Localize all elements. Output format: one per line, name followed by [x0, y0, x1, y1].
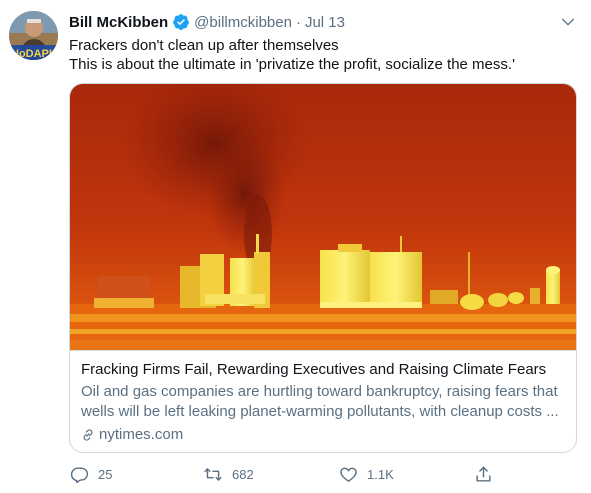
avatar[interactable]: NoDAPL [9, 11, 58, 60]
header-separator: · [295, 13, 301, 31]
card-domain-text[interactable]: nytimes.com [99, 425, 183, 445]
reply-count: 25 [98, 466, 113, 482]
retweet-icon [203, 465, 223, 484]
retweet-count: 682 [232, 466, 254, 482]
reply-icon [70, 465, 89, 484]
tweet-text-line: This is about the ultimate in 'privatize… [69, 56, 515, 73]
retweet-button[interactable]: 682 [203, 463, 254, 485]
link-icon [81, 428, 95, 442]
heart-icon [339, 465, 358, 484]
card-description: Oil and gas companies are hurtling towar… [81, 382, 567, 422]
avatar-badge-text: NoDAPL [11, 48, 56, 60]
like-button[interactable]: 1.1K [339, 463, 394, 485]
author-handle[interactable]: @billmckibben [194, 14, 292, 31]
like-count: 1.1K [367, 466, 394, 482]
tweet-text: Frackers don't clean up after themselves… [69, 36, 579, 74]
card-description-line: wells will be left leaking planet-warmin… [81, 403, 559, 420]
tweet-text-line: Frackers don't clean up after themselves [69, 37, 339, 54]
link-card[interactable]: Fracking Firms Fail, Rewarding Executive… [69, 83, 577, 453]
card-text[interactable]: Fracking Firms Fail, Rewarding Executive… [81, 360, 567, 445]
card-title[interactable]: Fracking Firms Fail, Rewarding Executive… [81, 360, 567, 379]
tweet-date[interactable]: Jul 13 [305, 14, 345, 31]
more-options-chevron-down-icon[interactable] [559, 13, 577, 31]
card-image[interactable] [70, 84, 576, 351]
share-icon [474, 465, 493, 484]
share-button[interactable] [474, 463, 493, 485]
card-domain[interactable]: nytimes.com [81, 425, 567, 445]
card-description-line: Oil and gas companies are hurtling towar… [81, 383, 558, 400]
verified-badge-icon [172, 13, 190, 31]
tweet-actions: 25 682 1.1K [70, 463, 510, 485]
author-name[interactable]: Bill McKibben [69, 14, 168, 31]
tweet-header: Bill McKibben @billmckibben · Jul 13 [69, 12, 345, 32]
tweet[interactable]: NoDAPL Bill McKibben @billmckibben · Jul… [0, 0, 591, 493]
reply-button[interactable]: 25 [70, 463, 112, 485]
